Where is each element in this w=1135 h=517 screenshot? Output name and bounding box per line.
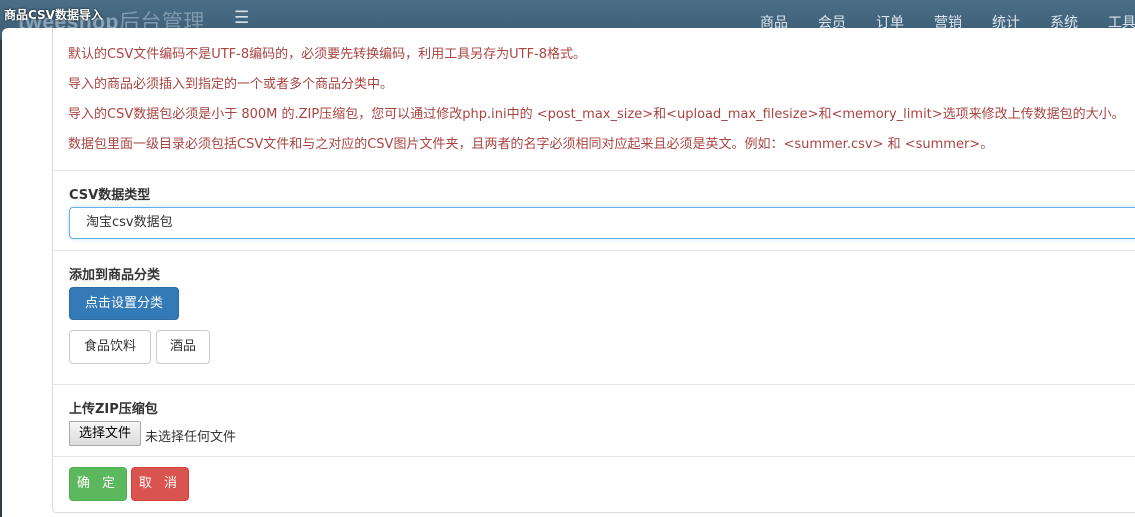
note-encoding: 默认的CSV文件编码不是UTF-8编码的，必须要先转换编码，利用工具另存为UTF… (68, 47, 587, 62)
choose-file-button[interactable]: 选择文件 (69, 421, 141, 446)
category-chip-food[interactable]: 食品饮料 (69, 330, 151, 364)
category-chip-liquor[interactable]: 酒品 (156, 330, 210, 364)
hamburger-icon[interactable]: ☰ (234, 8, 249, 28)
divider (53, 170, 1135, 171)
csv-type-select[interactable]: 淘宝csv数据包 (69, 207, 1135, 239)
confirm-button[interactable]: 确 定 (69, 467, 127, 501)
category-label: 添加到商品分类 (69, 268, 161, 283)
csv-type-label: CSV数据类型 (69, 188, 151, 203)
cancel-button[interactable]: 取 消 (131, 467, 189, 501)
note-category: 导入的商品必须插入到指定的一个或者多个商品分类中。 (68, 77, 394, 92)
modal-title: 商品CSV数据导入 (4, 8, 103, 22)
note-directory: 数据包里面一级目录必须包括CSV文件和与之对应的CSV图片文件夹，且两者的名字必… (68, 137, 994, 152)
file-status-text: 未选择任何文件 (145, 430, 237, 445)
divider (53, 456, 1135, 457)
divider (53, 384, 1135, 385)
upload-label: 上传ZIP压缩包 (69, 402, 158, 417)
note-size-limit: 导入的CSV数据包必须是小于 800M 的.ZIP压缩包，您可以通过修改php.… (68, 107, 1125, 122)
set-category-button[interactable]: 点击设置分类 (69, 287, 179, 320)
divider (53, 250, 1135, 251)
